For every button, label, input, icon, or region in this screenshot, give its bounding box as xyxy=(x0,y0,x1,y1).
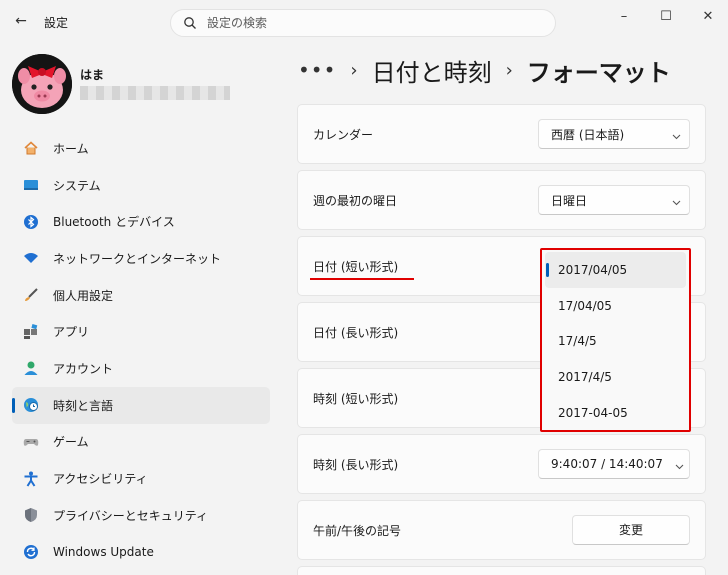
sidebar-item-label: アカウント xyxy=(53,361,114,376)
accessibility-icon xyxy=(22,470,40,488)
account-icon xyxy=(22,359,40,377)
dropdown-value: 西暦 (日本語) xyxy=(551,127,625,142)
gamepad-icon xyxy=(22,433,40,451)
setting-ampm-symbol: 午前/午後の記号 変更 xyxy=(297,500,706,560)
setting-calendar: カレンダー 西暦 (日本語) xyxy=(297,104,706,164)
system-icon xyxy=(22,176,40,194)
apps-icon xyxy=(22,323,40,341)
chevron-right-icon: › xyxy=(350,59,358,81)
dropdown-option[interactable]: 2017/4/5 xyxy=(545,359,686,395)
shield-icon xyxy=(22,506,40,524)
calendar-dropdown[interactable]: 西暦 (日本語) xyxy=(538,119,690,149)
dropdown-option[interactable]: 2017-04-05 xyxy=(545,395,686,431)
dropdown-value: 日曜日 xyxy=(551,193,588,208)
breadcrumb-overflow-button[interactable]: ••• xyxy=(298,58,336,82)
minimize-button[interactable]: – xyxy=(610,6,638,28)
first-day-dropdown[interactable]: 日曜日 xyxy=(538,185,690,215)
sidebar-item-label: プライバシーとセキュリティ xyxy=(53,508,209,523)
setting-label: 日付 (長い形式) xyxy=(313,326,399,340)
sidebar-item-label: Bluetooth とデバイス xyxy=(53,215,175,230)
sidebar-item-home[interactable]: ホーム xyxy=(12,130,270,167)
setting-label: 週の最初の曜日 xyxy=(313,194,398,208)
sidebar-item-network[interactable]: ネットワークとインターネット xyxy=(12,240,270,277)
search-box[interactable] xyxy=(170,9,556,37)
setting-label: 時刻 (短い形式) xyxy=(313,392,399,406)
short-date-dropdown-list: 2017/04/05 17/04/05 17/4/5 2017/4/5 2017… xyxy=(540,248,691,432)
sidebar-item-accessibility[interactable]: アクセシビリティ xyxy=(12,460,270,497)
back-button[interactable]: ← xyxy=(10,10,32,32)
breadcrumb-parent-link[interactable]: 日付と時刻 xyxy=(372,53,492,88)
dropdown-option[interactable]: 2017/04/05 xyxy=(545,252,686,288)
setting-long-time: 時刻 (長い形式) 9:40:07 / 14:40:07 xyxy=(297,434,706,494)
setting-label: 時刻 (長い形式) xyxy=(313,458,399,472)
sidebar-nav: ホーム システム Bluetooth とデバイス ネットワークとインターネット … xyxy=(12,130,270,570)
update-icon xyxy=(22,543,40,561)
chevron-down-icon xyxy=(663,125,689,144)
sidebar-item-privacy[interactable]: プライバシーとセキュリティ xyxy=(12,497,270,534)
setting-first-day-of-week: 週の最初の曜日 日曜日 xyxy=(297,170,706,230)
sidebar-item-label: ゲーム xyxy=(53,435,89,450)
search-input[interactable] xyxy=(207,13,537,33)
pig-avatar-icon xyxy=(12,54,72,114)
sidebar-item-label: 時刻と言語 xyxy=(53,398,114,413)
sidebar-item-personalization[interactable]: 個人用設定 xyxy=(12,277,270,314)
sidebar-item-gaming[interactable]: ゲーム xyxy=(12,424,270,461)
sidebar-item-label: ネットワークとインターネット xyxy=(53,251,222,266)
dropdown-option[interactable]: 17/4/5 xyxy=(545,324,686,360)
sidebar-item-label: 個人用設定 xyxy=(53,288,114,303)
avatar[interactable] xyxy=(12,54,72,114)
wifi-icon xyxy=(22,249,40,267)
dropdown-option[interactable]: 17/04/05 xyxy=(545,288,686,324)
chevron-down-icon xyxy=(669,455,689,474)
home-icon xyxy=(22,139,40,157)
brush-icon xyxy=(22,286,40,304)
bluetooth-icon xyxy=(22,213,40,231)
sidebar-item-label: ホーム xyxy=(53,141,89,156)
sidebar-item-apps[interactable]: アプリ xyxy=(12,313,270,350)
setting-label: 日付 (短い形式) xyxy=(313,260,399,274)
change-button[interactable]: 変更 xyxy=(572,515,690,545)
chevron-right-icon: › xyxy=(505,59,513,81)
breadcrumb: ••• › 日付と時刻 › フォーマット xyxy=(298,52,671,88)
red-underline-annotation xyxy=(310,278,414,280)
search-icon xyxy=(184,17,196,29)
chevron-down-icon xyxy=(663,191,689,210)
sidebar-item-system[interactable]: システム xyxy=(12,167,270,204)
sidebar-item-accounts[interactable]: アカウント xyxy=(12,350,270,387)
profile-name: はま xyxy=(80,68,105,82)
profile-email-redacted xyxy=(80,86,230,100)
setting-next-partial xyxy=(297,566,706,575)
sidebar-item-windows-update[interactable]: Windows Update xyxy=(12,534,270,571)
sidebar-item-label: アクセシビリティ xyxy=(53,472,148,487)
page-title: フォーマット xyxy=(526,58,671,87)
sidebar-item-label: システム xyxy=(53,178,101,193)
maximize-button[interactable]: ☐ xyxy=(652,6,680,28)
close-button[interactable]: ✕ xyxy=(694,6,722,28)
sidebar-item-time-language[interactable]: 時刻と言語 xyxy=(12,386,270,424)
title-bar: ← 設定 – ☐ ✕ xyxy=(0,0,728,44)
setting-label: 午前/午後の記号 xyxy=(313,524,402,538)
long-time-dropdown[interactable]: 9:40:07 / 14:40:07 xyxy=(538,449,690,479)
sidebar-item-bluetooth[interactable]: Bluetooth とデバイス xyxy=(12,203,270,240)
sidebar-item-label: Windows Update xyxy=(53,544,154,559)
app-title: 設定 xyxy=(44,16,69,30)
dropdown-value: 9:40:07 / 14:40:07 xyxy=(551,457,663,471)
setting-label: カレンダー xyxy=(313,128,374,142)
globe-clock-icon xyxy=(22,396,40,414)
sidebar-item-label: アプリ xyxy=(53,325,90,340)
